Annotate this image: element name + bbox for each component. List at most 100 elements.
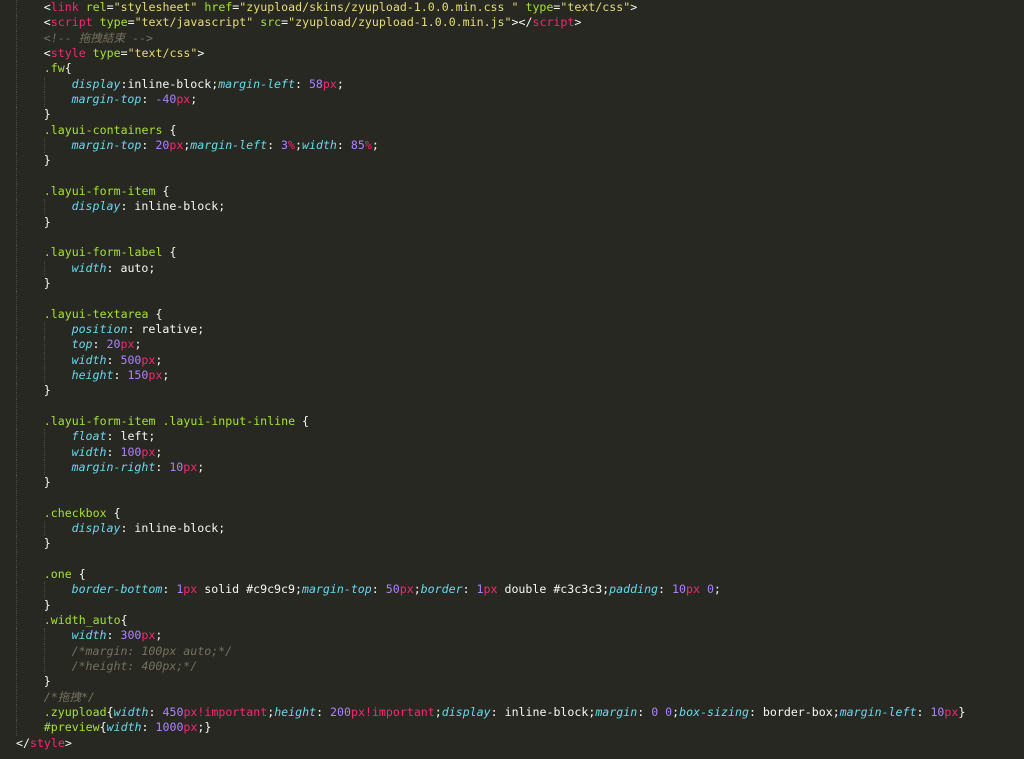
code-line[interactable]: } <box>16 153 1016 169</box>
code-line[interactable] <box>16 490 1016 506</box>
code-editor[interactable]: <link rel="stylesheet" href="zyupload/sk… <box>0 0 1024 759</box>
indent-guide <box>43 459 45 476</box>
token-property-name: width <box>106 720 142 735</box>
code-line[interactable] <box>16 229 1016 246</box>
token-selector: type <box>525 0 554 14</box>
code-line[interactable]: margin-right: 10px; <box>16 459 1016 476</box>
code-line[interactable]: display:inline-block;margin-left: 58px; <box>16 76 1016 92</box>
code-line[interactable]: float: left; <box>16 429 1016 445</box>
code-line[interactable]: } <box>16 674 1016 690</box>
indent-guide <box>43 444 45 460</box>
code-area[interactable]: <link rel="stylesheet" href="zyupload/sk… <box>16 0 1016 751</box>
token-unit: px <box>399 582 414 597</box>
token-punctuation: ; <box>295 137 302 152</box>
line-content: } <box>44 107 51 122</box>
code-line[interactable]: display: inline-block; <box>16 521 1016 537</box>
code-line[interactable]: <style type="text/css"> <box>16 45 1016 62</box>
token-property-name: margin-right <box>71 459 156 474</box>
token-punctuation: : <box>141 91 156 106</box>
code-line[interactable]: margin-top: -40px; <box>16 91 1016 108</box>
indent-guide <box>16 459 17 476</box>
code-line[interactable]: width: 300px; <box>16 628 1016 644</box>
code-line[interactable]: height: 150px; <box>16 367 1016 384</box>
line-content: position: relative; <box>72 322 205 337</box>
indent-guide <box>16 30 17 46</box>
token-punctuation: ; <box>155 444 163 459</box>
code-line[interactable]: <!-- 拖拽結束 --> <box>16 30 1016 46</box>
code-line[interactable]: width: 100px; <box>16 444 1016 460</box>
token-punctuation: = <box>127 15 135 30</box>
token-property-name: display <box>71 199 121 214</box>
token-number: 3 <box>281 137 289 152</box>
code-line[interactable]: } <box>16 536 1016 552</box>
code-line[interactable]: } <box>16 107 1016 123</box>
token-punctuation: { <box>162 122 177 137</box>
code-line[interactable] <box>16 551 1016 568</box>
code-line[interactable] <box>16 291 1016 307</box>
token-property-name: width <box>71 352 107 367</box>
indent-guide <box>16 475 17 491</box>
code-line[interactable]: .width_auto{ <box>16 613 1016 629</box>
code-line[interactable]: } <box>16 475 1016 491</box>
code-line[interactable]: display: inline-block; <box>16 199 1016 215</box>
code-line[interactable]: /*margin: 100px auto;*/ <box>16 643 1016 660</box>
indent-guide <box>16 306 17 322</box>
token-tag-name: script <box>50 15 93 30</box>
indent-guide <box>16 0 17 16</box>
code-line[interactable]: } <box>16 214 1016 230</box>
code-line[interactable]: .layui-containers { <box>16 122 1016 138</box>
code-line[interactable] <box>16 398 1016 414</box>
code-line[interactable]: <link rel="stylesheet" href="zyupload/sk… <box>16 0 1016 16</box>
code-line[interactable]: } <box>16 383 1016 399</box>
token-punctuation: : <box>141 720 156 735</box>
token-punctuation: > <box>64 735 72 750</box>
indent-guide <box>16 659 17 675</box>
code-line[interactable]: .layui-form-label { <box>16 245 1016 261</box>
token-property-name: display <box>71 521 121 536</box>
token-punctuation: { <box>295 413 310 428</box>
token-unit: % <box>364 137 372 152</box>
code-line[interactable]: } <box>16 597 1016 614</box>
code-line[interactable]: .layui-form-item { <box>16 183 1016 200</box>
code-line[interactable]: .layui-form-item .layui-input-inline { <box>16 413 1016 430</box>
indent-guide <box>43 76 45 92</box>
code-line[interactable] <box>16 168 1016 184</box>
code-line[interactable]: position: relative; <box>16 321 1016 338</box>
token-punctuation <box>93 15 100 29</box>
line-content: #preview{width: 1000px;} <box>44 720 212 735</box>
token-punctuation: ></ <box>511 15 533 30</box>
token-property-name: margin-top <box>71 91 142 106</box>
indent-guide <box>16 168 17 184</box>
code-line[interactable]: .one { <box>16 567 1016 583</box>
code-line[interactable]: top: 20px; <box>16 337 1016 353</box>
token-property-name: padding <box>609 582 659 597</box>
token-property-name: margin <box>595 705 638 720</box>
token-punctuation: { <box>155 183 170 198</box>
code-line[interactable]: .layui-textarea { <box>16 306 1016 322</box>
code-line[interactable]: </style> <box>16 736 1016 751</box>
token-selector: href <box>204 0 233 14</box>
indent-guide <box>16 337 17 353</box>
code-line[interactable]: } <box>16 275 1016 292</box>
code-line[interactable]: border-bottom: 1px solid #c9c9c9;margin-… <box>16 582 1016 598</box>
token-punctuation: ;} <box>197 720 212 735</box>
code-line[interactable]: width: auto; <box>16 260 1016 276</box>
indent-guide <box>16 521 17 537</box>
code-line[interactable]: <script type="text/javascript" src="zyup… <box>16 15 1016 31</box>
code-line[interactable]: #preview{width: 1000px;} <box>16 720 1016 736</box>
line-content: .layui-textarea { <box>44 307 163 322</box>
code-line[interactable]: .zyupload{width: 450px!important;height:… <box>16 705 1016 721</box>
indent-guide <box>16 245 17 261</box>
token-tag-name: style <box>50 45 86 60</box>
token-comment: /*height: 400px;*/ <box>71 659 198 674</box>
code-line[interactable]: /*拖拽*/ <box>16 689 1016 706</box>
code-line[interactable]: margin-top: 20px;margin-left: 3%;width: … <box>16 137 1016 154</box>
code-line[interactable]: .fw{ <box>16 61 1016 77</box>
code-line[interactable]: width: 500px; <box>16 352 1016 368</box>
code-line[interactable]: /*height: 400px;*/ <box>16 659 1016 675</box>
code-line[interactable]: .checkbox { <box>16 505 1016 522</box>
token-number: 300 <box>120 628 142 643</box>
line-content: .one { <box>44 567 86 582</box>
token-unit: px <box>120 337 135 352</box>
token-punctuation: ; <box>134 337 142 352</box>
